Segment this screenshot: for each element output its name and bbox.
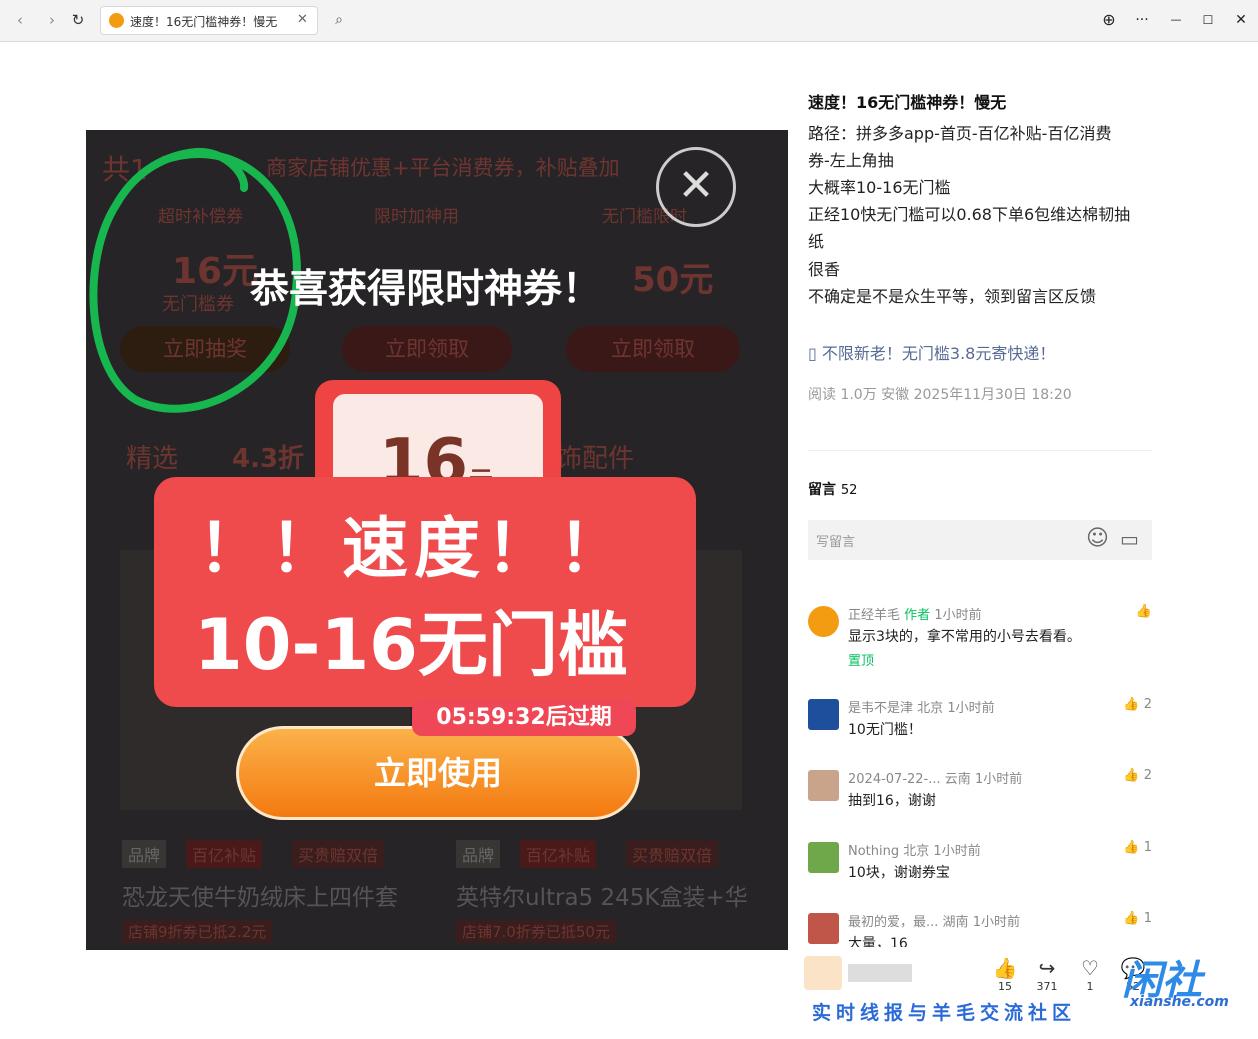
share-count: 371 <box>1036 980 1058 993</box>
comment-text: 10块，谢谢券宝 <box>848 865 950 881</box>
avatar <box>808 842 839 873</box>
comment-item: 是韦不是津 北京 1小时前 10无门槛！ 👍 2 <box>808 697 1152 757</box>
more-button[interactable]: ··· <box>1132 10 1152 30</box>
favicon-icon <box>109 13 124 28</box>
window-close-button[interactable]: ✕ <box>1231 10 1251 30</box>
comment-author[interactable]: 最初的爱，最... 湖南 1小时前 <box>848 911 1020 930</box>
like-count: 15 <box>998 980 1012 993</box>
comments-heading: 留言 52 <box>808 482 858 498</box>
article-line: 路径：拼多多app-首页-百亿补贴-百亿消费 <box>808 124 1112 143</box>
write-comment-input[interactable]: 写留言 ☺ ▭ <box>808 520 1152 560</box>
comment-item: 最初的爱，最... 湖南 1小时前 大量，16 👍 1 <box>808 911 1152 947</box>
comment-author[interactable]: 2024-07-22-... 云南 1小时前 <box>848 768 1022 787</box>
heart-count: 1 <box>1086 980 1094 993</box>
browser-tab[interactable]: 速度！16无门槛神券！慢无 ✕ <box>100 6 318 35</box>
comment-author[interactable]: 是韦不是津 北京 1小时前 <box>848 697 995 716</box>
comment-item: 2024-07-22-... 云南 1小时前 抽到16，谢谢 👍 2 <box>808 768 1152 828</box>
maximize-button[interactable]: ☐ <box>1198 10 1218 30</box>
comment-item: Nothing 北京 1小时前 10块，谢谢券宝 👍 1 <box>808 840 1152 900</box>
browser-toolbar: ‹ › ↻ 速度！16无门槛神券！慢无 ✕ ⌕ ⊕ ··· — ☐ ✕ <box>0 0 1258 42</box>
like-icon[interactable]: 👍 <box>990 956 1020 980</box>
banner-line-2: 10-16无门槛 <box>194 604 628 686</box>
bottom-action-bar: 👍 15 ↪ 371 ♡ 1 💬 52 闲社 xianshe.com 实时线报与… <box>800 950 1258 1039</box>
share-icon[interactable]: ↪ <box>1032 956 1062 980</box>
expiry-timer: 05:59:32后过期 <box>412 700 636 736</box>
article-line: 正经10快无门槛可以0.68下单6包维达棉韧抽 <box>808 205 1131 224</box>
comment-author[interactable]: Nothing 北京 1小时前 <box>848 840 981 859</box>
promo-banner: ！！速度！！ 10-16无门槛 <box>154 477 696 707</box>
author-name-blurred <box>848 964 912 982</box>
related-article-link[interactable]: ▯ 不限新老！无门槛3.8元寄快递！ <box>808 340 1055 364</box>
reload-button[interactable]: ↻ <box>68 10 88 30</box>
article-meta: 阅读 1.0万 安徽 2025年11月30日 18:20 <box>808 387 1072 403</box>
tab-title: 速度！16无门槛神券！慢无 <box>130 15 278 29</box>
search-icon[interactable]: ⌕ <box>328 9 350 31</box>
article-line: 很香 <box>808 260 841 279</box>
close-icon: ✕ <box>656 147 736 227</box>
like-button[interactable]: 👍 1 <box>1123 911 1152 926</box>
banner-line-1: ！！速度！！ <box>198 510 630 587</box>
like-button[interactable]: 👍 1 <box>1123 840 1152 855</box>
avatar <box>808 770 839 801</box>
back-button[interactable]: ‹ <box>10 10 30 30</box>
globe-icon[interactable]: ⊕ <box>1099 10 1119 30</box>
minimize-button[interactable]: — <box>1166 10 1186 30</box>
article-line: 大概率10-16无门槛 <box>808 178 951 197</box>
divider <box>808 450 1152 451</box>
comment-text: 10无门槛！ <box>848 722 922 738</box>
use-now-button: 立即使用 <box>236 726 640 820</box>
like-button[interactable]: 👍 2 <box>1123 697 1152 712</box>
image-icon[interactable]: ▭ <box>1120 527 1139 551</box>
author-avatar <box>804 956 842 990</box>
avatar <box>808 699 839 730</box>
heart-icon[interactable]: ♡ <box>1075 956 1105 980</box>
write-comment-placeholder: 写留言 <box>816 535 856 550</box>
xianshe-logo-sub: xianshe.com <box>1130 994 1229 1010</box>
article-line: 不确定是不是众生平等，领到留言区反馈 <box>808 287 1097 306</box>
congrats-heading: 恭喜获得限时神券！ <box>250 267 602 312</box>
avatar <box>808 606 839 637</box>
comment-author[interactable]: 正经羊毛 作者 1小时前 <box>848 604 982 623</box>
comment-item: 正经羊毛 作者 1小时前 显示3块的，拿不常用的小号去看看。 置顶 👍 <box>808 604 1152 669</box>
comment-text: 显示3块的，拿不常用的小号去看看。 <box>848 629 1081 645</box>
article-line: 纸 <box>808 232 825 251</box>
avatar <box>808 913 839 944</box>
like-button[interactable]: 👍 <box>1136 604 1152 619</box>
like-button[interactable]: 👍 2 <box>1123 768 1152 783</box>
article-line: 券-左上角抽 <box>808 151 894 170</box>
watermark-slogan: 实时线报与羊毛交流社区 <box>812 1002 1077 1024</box>
forward-button[interactable]: › <box>42 10 62 30</box>
comment-count: 52 <box>840 483 858 498</box>
tab-close-icon[interactable]: ✕ <box>297 12 308 27</box>
comment-text: 大量，16 <box>848 936 908 947</box>
pinned-label: 置顶 <box>848 654 875 669</box>
article-title: 速度！16无门槛神券！慢无 <box>808 93 1007 112</box>
emoji-icon[interactable]: ☺ <box>1086 526 1109 551</box>
article-image: 共1 商家店铺优惠+平台消费券，补贴叠加 超时补偿券 限时加神用 无门槛限时 1… <box>86 130 788 950</box>
comment-text: 抽到16，谢谢 <box>848 793 936 809</box>
